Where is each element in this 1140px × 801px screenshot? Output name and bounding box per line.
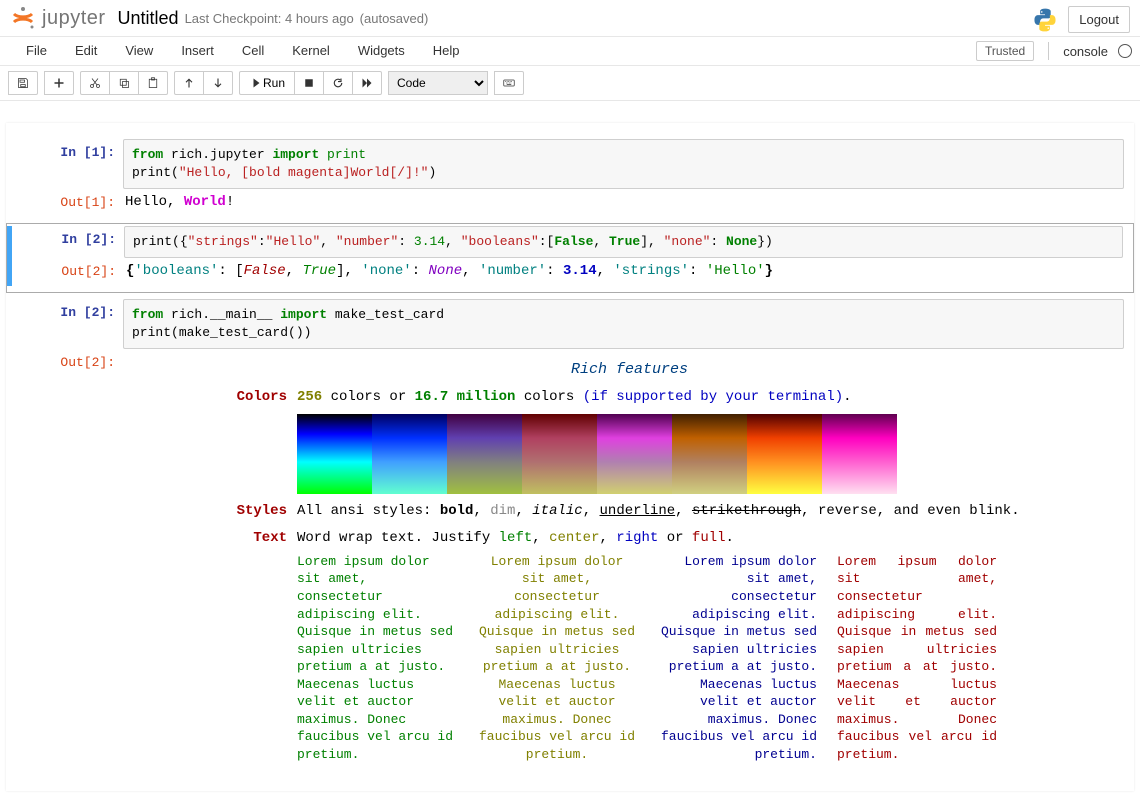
python-icon bbox=[1032, 7, 1058, 33]
restart-icon bbox=[332, 77, 344, 89]
code-input[interactable]: print({"strings":"Hello", "number": 3.14… bbox=[124, 226, 1123, 258]
text-label: Text bbox=[125, 529, 297, 763]
separator bbox=[1048, 42, 1049, 60]
code-input[interactable]: from rich.jupyter import print print("He… bbox=[123, 139, 1124, 189]
notebook-title[interactable]: Untitled bbox=[118, 8, 179, 29]
lorem-full: Lorem ipsum dolor sit amet, consectetur … bbox=[837, 553, 997, 764]
paste-button[interactable] bbox=[139, 71, 168, 95]
menu-edit[interactable]: Edit bbox=[61, 36, 111, 66]
move-up-button[interactable] bbox=[174, 71, 204, 95]
lorem-center: Lorem ipsum dolor sit amet, consectetur … bbox=[477, 553, 637, 764]
jupyter-logo-text: jupyter bbox=[42, 7, 106, 30]
menu-file[interactable]: File bbox=[12, 36, 61, 66]
arrow-up-icon bbox=[183, 77, 195, 89]
move-down-button[interactable] bbox=[204, 71, 233, 95]
stop-button[interactable] bbox=[295, 71, 324, 95]
kernel-indicator-icon[interactable] bbox=[1118, 44, 1132, 58]
colors-text: 256 colors or 16.7 million colors (if su… bbox=[297, 388, 1134, 494]
lorem-right: Lorem ipsum dolor sit amet, consectetur … bbox=[657, 553, 817, 764]
menu-view[interactable]: View bbox=[111, 36, 167, 66]
code-cell[interactable]: In [2]: from rich.__main__ import make_t… bbox=[6, 297, 1134, 778]
jupyter-icon bbox=[10, 5, 36, 31]
cell-output: Hello, World! bbox=[123, 189, 1134, 217]
menu-help[interactable]: Help bbox=[419, 36, 474, 66]
header: jupyter Untitled Last Checkpoint: 4 hour… bbox=[0, 0, 1140, 36]
toolbar: Run Code bbox=[0, 66, 1140, 101]
lorem-left: Lorem ipsum dolor sit amet, consectetur … bbox=[297, 553, 457, 764]
code-input[interactable]: from rich.__main__ import make_test_card… bbox=[123, 299, 1124, 349]
notebook-container: In [1]: from rich.jupyter import print p… bbox=[0, 113, 1140, 801]
stop-icon bbox=[303, 77, 315, 89]
rich-features-title: Rich features bbox=[125, 359, 1134, 380]
in-prompt: In [1]: bbox=[13, 139, 123, 189]
command-palette-button[interactable] bbox=[494, 71, 524, 95]
restart-run-all-button[interactable] bbox=[353, 71, 382, 95]
text-body: Word wrap text. Justify left, center, ri… bbox=[297, 529, 1134, 763]
trusted-badge[interactable]: Trusted bbox=[976, 41, 1034, 61]
code-cell[interactable]: In [1]: from rich.jupyter import print p… bbox=[6, 137, 1134, 219]
add-cell-button[interactable] bbox=[44, 71, 74, 95]
paste-icon bbox=[147, 77, 159, 89]
cell-output: {'booleans': [False, True], 'none': None… bbox=[124, 258, 1133, 286]
code-cell[interactable]: In [2]: print({"strings":"Hello", "numbe… bbox=[6, 223, 1134, 293]
color-swatches bbox=[297, 414, 1134, 494]
cell-output: Rich features Colors 256 colors or 16.7 … bbox=[123, 349, 1134, 775]
in-prompt: In [2]: bbox=[13, 299, 123, 349]
plus-icon bbox=[53, 77, 65, 89]
styles-text: All ansi styles: bold, dim, italic, unde… bbox=[297, 502, 1134, 522]
cut-icon bbox=[89, 77, 101, 89]
out-prompt: Out[1]: bbox=[13, 189, 123, 217]
out-prompt: Out[2]: bbox=[13, 349, 123, 775]
fast-forward-icon bbox=[361, 77, 373, 89]
menu-widgets[interactable]: Widgets bbox=[344, 36, 419, 66]
copy-button[interactable] bbox=[110, 71, 139, 95]
colors-label: Colors bbox=[125, 388, 297, 494]
jupyter-logo[interactable]: jupyter bbox=[10, 5, 106, 31]
menu-cell[interactable]: Cell bbox=[228, 36, 278, 66]
run-button[interactable]: Run bbox=[239, 71, 295, 95]
in-prompt: In [2]: bbox=[14, 226, 124, 258]
save-button[interactable] bbox=[8, 71, 38, 95]
menu-kernel[interactable]: Kernel bbox=[278, 36, 344, 66]
arrow-down-icon bbox=[212, 77, 224, 89]
console-label[interactable]: console bbox=[1063, 44, 1108, 59]
autosave-text: (autosaved) bbox=[360, 11, 429, 26]
keyboard-icon bbox=[503, 77, 515, 89]
cut-button[interactable] bbox=[80, 71, 110, 95]
logout-button[interactable]: Logout bbox=[1068, 6, 1130, 33]
copy-icon bbox=[118, 77, 130, 89]
out-prompt: Out[2]: bbox=[14, 258, 124, 286]
celltype-select[interactable]: Code bbox=[388, 71, 488, 95]
save-icon bbox=[17, 77, 29, 89]
checkpoint-text: Last Checkpoint: 4 hours ago bbox=[185, 11, 354, 26]
run-icon bbox=[249, 77, 261, 89]
run-label: Run bbox=[263, 76, 285, 90]
styles-label: Styles bbox=[125, 502, 297, 522]
menubar: File Edit View Insert Cell Kernel Widget… bbox=[0, 36, 1140, 66]
menu-insert[interactable]: Insert bbox=[167, 36, 228, 66]
restart-button[interactable] bbox=[324, 71, 353, 95]
